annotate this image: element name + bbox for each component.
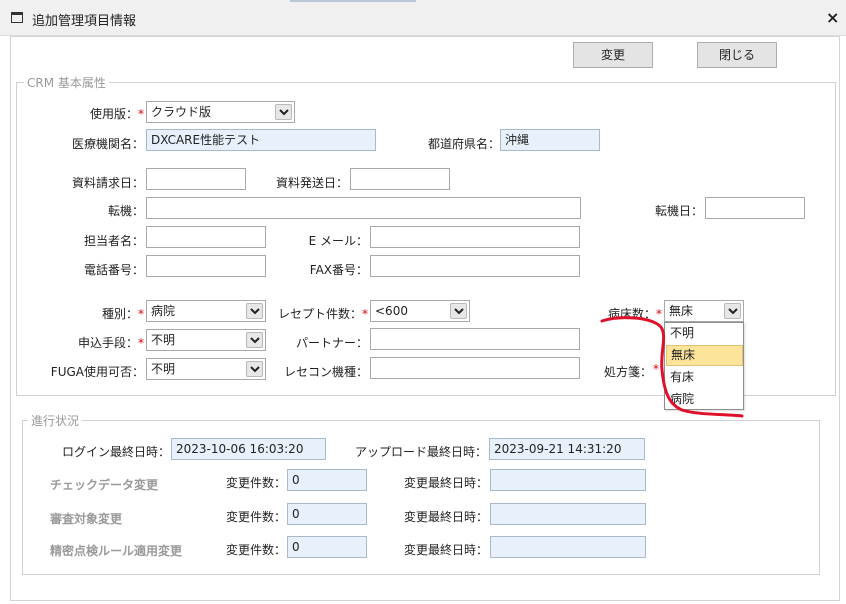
- version-label: 使用版：*: [40, 105, 144, 122]
- chevron-down-icon: [246, 332, 263, 348]
- doc-sent-field[interactable]: [350, 168, 450, 190]
- institution-field[interactable]: DXCARE性能テスト: [146, 129, 376, 151]
- type-label: 種別：*: [40, 305, 144, 322]
- fax-field[interactable]: [370, 255, 580, 277]
- change-count-label: 変更件数：: [225, 510, 286, 524]
- required-mark: *: [362, 307, 368, 321]
- version-select[interactable]: クラウド版: [146, 101, 295, 123]
- doc-request-field[interactable]: [146, 168, 246, 190]
- doc-sent-label: 資料発送日：: [275, 176, 348, 190]
- fuga-select[interactable]: 不明: [146, 358, 266, 380]
- partner-label: パートナー：: [295, 336, 368, 350]
- red-annotation-mark: [600, 316, 744, 418]
- window-title: 追加管理項目情報: [32, 14, 137, 29]
- phone-field[interactable]: [146, 255, 266, 277]
- email-label: E メール：: [308, 234, 368, 248]
- change-date-field[interactable]: [490, 536, 646, 558]
- change-count-field[interactable]: 0: [287, 536, 367, 558]
- version-value: クラウド版: [151, 105, 212, 119]
- required-mark: *: [138, 107, 144, 121]
- rececon-field[interactable]: [370, 357, 580, 379]
- phone-label: 電話番号：: [83, 263, 144, 277]
- close-icon[interactable]: ×: [826, 8, 839, 27]
- chevron-down-icon: [246, 361, 263, 377]
- fuga-label: FUGA使用可否：: [50, 365, 144, 379]
- prefecture-label: 都道府県名：: [427, 137, 500, 151]
- crm-legend: CRM 基本属性: [24, 74, 109, 91]
- transfer-label: 転機：: [107, 204, 144, 218]
- partner-field[interactable]: [370, 328, 580, 350]
- change-count-label: 変更件数：: [225, 476, 286, 490]
- version-label-text: 使用版：: [89, 107, 138, 121]
- annotation-stroke: [600, 316, 744, 418]
- required-mark: *: [138, 307, 144, 321]
- type-value: 病院: [151, 304, 176, 318]
- precision-rule-change-label: 精密点検ルール適用変更: [50, 544, 183, 558]
- fax-label: FAX番号：: [309, 263, 368, 277]
- close-button[interactable]: 閉じる: [697, 42, 777, 68]
- chevron-down-icon: [275, 104, 292, 120]
- email-field[interactable]: [370, 226, 580, 248]
- receipt-select[interactable]: <600: [370, 300, 470, 322]
- apply-select[interactable]: 不明: [146, 329, 266, 351]
- progress-legend: 進行状況: [28, 412, 83, 429]
- check-data-change-label: チェックデータ変更: [50, 478, 159, 492]
- transfer-field[interactable]: [146, 197, 581, 219]
- receipt-label: レセプト件数：*: [266, 305, 368, 322]
- change-date-label: 変更最終日時：: [403, 510, 488, 524]
- upload-label: アップロード最終日時：: [354, 445, 487, 459]
- review-target-change-label: 審査対象変更: [50, 512, 123, 526]
- rececon-label: レセコン機種：: [283, 365, 368, 379]
- tab-indicator: [290, 0, 416, 2]
- change-date-field[interactable]: [490, 503, 646, 525]
- doc-request-label: 資料請求日：: [71, 176, 144, 190]
- fuga-value: 不明: [151, 362, 176, 376]
- apply-label-text: 申込手段：: [77, 336, 138, 350]
- window-icon: [11, 12, 23, 23]
- change-date-label: 変更最終日時：: [403, 543, 488, 557]
- institution-label: 医療機関名：: [71, 137, 144, 151]
- person-label: 担当者名：: [83, 234, 144, 248]
- change-date-field[interactable]: [490, 469, 646, 491]
- apply-value: 不明: [151, 333, 176, 347]
- transfer-date-field[interactable]: [705, 197, 805, 219]
- change-date-label: 変更最終日時：: [403, 476, 488, 490]
- change-count-label: 変更件数：: [225, 543, 286, 557]
- change-count-field[interactable]: 0: [287, 469, 367, 491]
- upload-field[interactable]: 2023-09-21 14:31:20: [489, 438, 645, 460]
- receipt-value: <600: [375, 304, 408, 318]
- type-label-text: 種別：: [101, 307, 138, 321]
- type-select[interactable]: 病院: [146, 300, 266, 322]
- login-field[interactable]: 2023-10-06 16:03:20: [171, 438, 326, 460]
- change-button[interactable]: 変更: [573, 42, 653, 68]
- login-label: ログイン最終日時：: [61, 445, 170, 459]
- required-mark: *: [138, 336, 144, 350]
- receipt-label-text: レセプト件数：: [277, 307, 362, 321]
- change-count-field[interactable]: 0: [287, 503, 367, 525]
- apply-label: 申込手段：*: [40, 334, 144, 351]
- person-field[interactable]: [146, 226, 266, 248]
- prefecture-field[interactable]: 沖縄: [500, 129, 600, 151]
- chevron-down-icon: [450, 303, 467, 319]
- transfer-date-label: 転機日：: [654, 204, 703, 218]
- chevron-down-icon: [246, 303, 263, 319]
